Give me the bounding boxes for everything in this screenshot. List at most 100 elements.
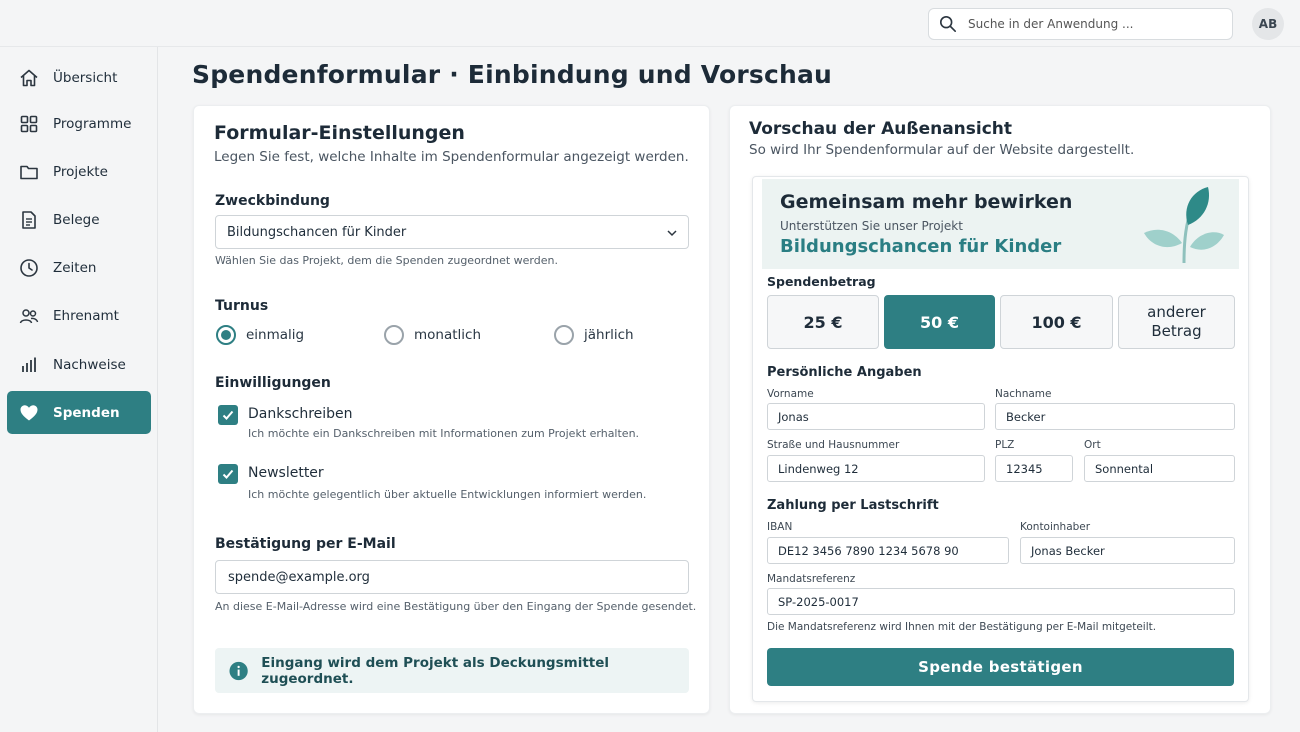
radio-button[interactable] <box>554 325 574 345</box>
zip-label: PLZ <box>995 439 1015 451</box>
mandate-hint: Die Mandatsreferenz wird Ihnen mit der B… <box>767 621 1157 633</box>
radio-einmalig[interactable]: einmalig <box>216 325 304 345</box>
folder-icon <box>20 165 38 179</box>
lastname-field[interactable]: Becker <box>995 403 1235 430</box>
holder-field[interactable]: Jonas Becker <box>1020 537 1235 564</box>
purpose-value: Bildungschancen für Kinder <box>227 224 407 240</box>
email-value: spende@example.org <box>228 569 370 585</box>
hero-title: Gemeinsam mehr bewirken <box>780 191 1073 213</box>
hero-project-name: Bildungschancen für Kinder <box>780 236 1062 257</box>
sidebar-item-nachweise[interactable]: Nachweise <box>7 343 151 386</box>
mandate-label: Mandatsreferenz <box>767 573 856 585</box>
home-icon <box>20 69 38 86</box>
sidebar-item-spenden[interactable]: Spenden <box>7 391 151 434</box>
lastname-label: Nachname <box>995 388 1052 400</box>
email-label: Bestätigung per E-Mail <box>215 536 396 552</box>
thankyou-checkbox[interactable] <box>218 405 238 425</box>
sidebar-item-label: Belege <box>53 211 100 228</box>
preview-subtitle: So wird Ihr Spendenformular auf der Webs… <box>749 142 1135 158</box>
radio-jaehrlich[interactable]: jährlich <box>554 325 634 345</box>
zip-field[interactable]: 12345 <box>995 455 1073 482</box>
thankyou-label: Dankschreiben <box>248 406 353 422</box>
firstname-value: Jonas <box>778 409 809 424</box>
newsletter-hint: Ich möchte gelegentlich über aktuelle En… <box>248 488 647 501</box>
amount-option-50[interactable]: 50 € <box>884 295 995 349</box>
iban-value: DE12 3456 7890 1234 5678 90 <box>778 543 959 558</box>
check-icon <box>222 410 234 420</box>
sidebar-item-label: Projekte <box>53 163 108 180</box>
info-text: Eingang wird dem Projekt als Deckungsmit… <box>261 654 610 687</box>
settings-title: Formular-Einstellungen <box>214 122 465 144</box>
document-icon <box>22 210 36 229</box>
mandate-value: SP-2025-0017 <box>778 594 859 609</box>
radio-label: monatlich <box>414 327 482 343</box>
sidebar-item-label: Spenden <box>53 404 120 421</box>
sidebar: Übersicht Programme Projekte Belege Zeit… <box>0 47 158 732</box>
grid-icon <box>20 115 38 132</box>
newsletter-label: Newsletter <box>248 465 324 481</box>
avatar[interactable]: AB <box>1252 8 1284 40</box>
confirm-donation-button[interactable]: Spende bestätigen <box>767 648 1234 686</box>
hero-subtitle: Unterstützen Sie unser Projekt <box>780 219 963 233</box>
thankyou-hint: Ich möchte ein Dankschreiben mit Informa… <box>248 427 640 440</box>
city-label: Ort <box>1084 439 1101 451</box>
sidebar-item-label: Übersicht <box>53 69 118 86</box>
sidebar-item-uebersicht[interactable]: Übersicht <box>7 56 151 99</box>
radio-label: jährlich <box>584 327 634 343</box>
clock-icon <box>20 258 38 277</box>
info-icon <box>229 661 248 680</box>
consents-label: Einwilligungen <box>215 375 331 391</box>
check-icon <box>222 469 234 479</box>
sidebar-item-ehrenamt[interactable]: Ehrenamt <box>7 294 151 337</box>
search-input[interactable] <box>968 17 1208 31</box>
holder-value: Jonas Becker <box>1031 543 1105 558</box>
city-value: Sonnental <box>1095 461 1154 476</box>
street-field[interactable]: Lindenweg 12 <box>767 455 985 482</box>
sidebar-item-programme[interactable]: Programme <box>7 102 151 145</box>
street-label: Straße und Hausnummer <box>767 439 900 451</box>
lastname-value: Becker <box>1006 409 1046 424</box>
radio-button[interactable] <box>384 325 404 345</box>
firstname-label: Vorname <box>767 388 814 400</box>
radio-monatlich[interactable]: monatlich <box>384 325 481 345</box>
plant-icon <box>1144 187 1224 264</box>
firstname-field[interactable]: Jonas <box>767 403 985 430</box>
sidebar-item-zeiten[interactable]: Zeiten <box>7 246 151 289</box>
sidebar-item-label: Zeiten <box>53 259 97 276</box>
preview-card: Vorschau der Außenansicht So wird Ihr Sp… <box>729 105 1271 714</box>
iban-label: IBAN <box>767 521 793 533</box>
email-field[interactable]: spende@example.org <box>215 560 689 594</box>
interval-label: Turnus <box>215 298 269 314</box>
amount-option-100[interactable]: 100 € <box>1000 295 1113 349</box>
city-field[interactable]: Sonnental <box>1084 455 1235 482</box>
donation-form-preview: Gemeinsam mehr bewirken Unterstützen Sie… <box>752 176 1249 702</box>
mandate-field[interactable]: SP-2025-0017 <box>767 588 1235 615</box>
settings-subtitle: Legen Sie fest, welche Inhalte im Spende… <box>214 149 689 165</box>
amount-option-custom[interactable]: anderer Betrag <box>1118 295 1235 349</box>
sidebar-item-label: Nachweise <box>53 356 126 373</box>
sidebar-item-belege[interactable]: Belege <box>7 198 151 241</box>
radio-button-selected[interactable] <box>216 325 236 345</box>
sidebar-item-label: Ehrenamt <box>53 307 119 324</box>
zip-value: 12345 <box>1006 461 1043 476</box>
sidebar-item-label: Programme <box>53 115 132 132</box>
preview-title: Vorschau der Außenansicht <box>749 119 1013 139</box>
hero-banner: Gemeinsam mehr bewirken Unterstützen Sie… <box>762 179 1239 269</box>
amount-label: Spendenbetrag <box>767 274 876 289</box>
info-box: Eingang wird dem Projekt als Deckungsmit… <box>215 648 689 693</box>
newsletter-checkbox[interactable] <box>218 464 238 484</box>
sidebar-item-projekte[interactable]: Projekte <box>7 150 151 193</box>
personal-label: Persönliche Angaben <box>767 365 922 380</box>
holder-label: Kontoinhaber <box>1020 521 1091 533</box>
settings-card: Formular-Einstellungen Legen Sie fest, w… <box>193 105 710 714</box>
radio-label: einmalig <box>246 327 305 343</box>
iban-field[interactable]: DE12 3456 7890 1234 5678 90 <box>767 537 1009 564</box>
people-icon <box>19 308 39 323</box>
search-box[interactable] <box>928 8 1233 40</box>
purpose-select[interactable]: Bildungschancen für Kinder <box>215 215 689 249</box>
bar-chart-icon <box>22 357 36 372</box>
amount-option-25[interactable]: 25 € <box>767 295 879 349</box>
search-icon <box>939 15 957 33</box>
heart-icon <box>20 404 38 420</box>
payment-label: Zahlung per Lastschrift <box>767 498 939 513</box>
